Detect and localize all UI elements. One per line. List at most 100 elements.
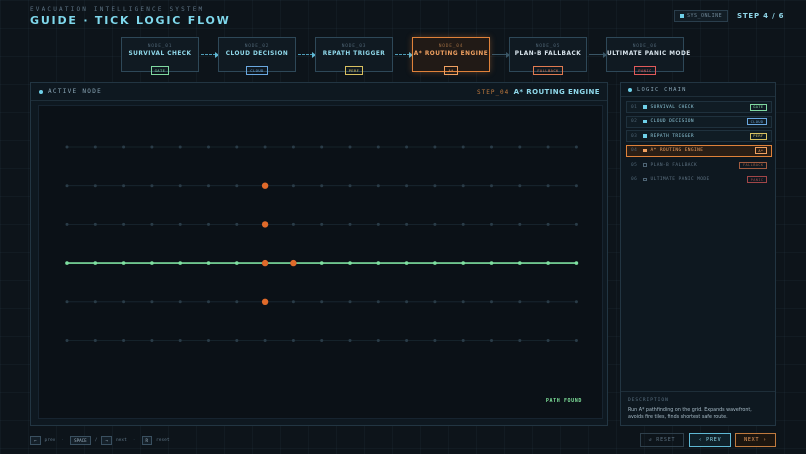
engine-name: A* ROUTING ENGINE — [513, 88, 600, 96]
reset-button[interactable]: ↺ RESET — [640, 433, 684, 447]
flow-node-1[interactable]: NODE_01 SURVIVAL CHECK GATE — [121, 37, 199, 75]
node-id: NODE_06 — [632, 44, 658, 49]
chain-item-01[interactable]: 01 SURVIVAL CHECK GATE — [626, 101, 772, 113]
flow-node-2[interactable]: NODE_02 CLOUD DECISION CLOUD — [218, 37, 296, 75]
keyboard-hints: ← prev · SPACE / → next · R reset — [30, 436, 170, 445]
grid-cell — [348, 339, 352, 342]
flow-node-6[interactable]: NODE_06 ULTIMATE PANIC MODE PANIC — [606, 37, 690, 75]
grid-cell — [376, 300, 380, 304]
grid-cell — [518, 184, 522, 188]
grid-cell — [150, 184, 154, 188]
grid-cell — [376, 145, 380, 149]
grid-cell — [376, 222, 380, 226]
node-id: NODE_01 — [147, 44, 173, 49]
description-title: DESCRIPTION — [628, 398, 669, 403]
description-box: DESCRIPTION Run A* pathfinding on the gr… — [621, 391, 775, 427]
node-id: NODE_03 — [341, 44, 367, 49]
chain-name: ULTIMATE PANIC MODE — [650, 177, 710, 182]
node-name: REPATH TRIGGER — [322, 51, 386, 57]
chain-status-icon — [643, 148, 647, 153]
path-cell — [65, 261, 69, 265]
logic-chain-panel: LOGIC CHAIN 01 SURVIVAL CHECK GATE 02 CLOUD … — [620, 82, 776, 426]
path-cell — [518, 261, 522, 265]
next-button[interactable]: NEXT › — [735, 433, 776, 447]
grid-cell — [93, 184, 97, 188]
description-text: Run A* pathfinding on the grid. Expands … — [628, 408, 752, 420]
step-indicator: STEP 4 / 6 — [737, 12, 785, 20]
flow-node-4[interactable]: NODE_04 A* ROUTING ENGINE A* — [412, 37, 490, 75]
chain-item-02[interactable]: 02 CLOUD DECISION CLOUD — [626, 115, 772, 128]
path-cell — [319, 261, 324, 265]
routing-grid: PATH FOUND — [38, 105, 603, 419]
chain-num: 01 — [631, 104, 638, 110]
grid-cell — [178, 222, 182, 226]
grid-cell — [490, 145, 493, 149]
grid-cell — [65, 145, 69, 149]
prev-button[interactable]: ‹ PREV — [689, 433, 731, 447]
active-node-panel: ACTIVE NODE STEP_04 A* ROUTING ENGINE PA… — [30, 82, 608, 426]
hint-prev: prev — [44, 438, 56, 443]
grid-cell — [178, 145, 182, 149]
flow-node-3[interactable]: NODE_03 REPATH TRIGGER PERF — [315, 37, 393, 75]
grid-cell — [150, 222, 154, 226]
logic-chain-title: LOGIC CHAIN — [637, 86, 687, 93]
path-cell — [461, 261, 466, 265]
grid-cell — [376, 184, 380, 188]
grid-cell — [263, 339, 267, 342]
chain-num: 03 — [631, 133, 638, 139]
grid-cell — [348, 184, 352, 188]
flow-arrow-icon — [492, 51, 510, 58]
grid-cell — [65, 339, 69, 342]
chain-item-06[interactable]: 06 ULTIMATE PANIC MODE PANIC — [626, 174, 772, 186]
path-cell — [433, 261, 437, 265]
flow-arrow-icon — [395, 51, 413, 58]
node-tag: CLOUD — [246, 66, 268, 75]
grid-cell — [574, 300, 578, 304]
grid-cell — [461, 339, 465, 342]
path-cell — [489, 261, 494, 265]
chain-dot-icon — [628, 87, 632, 92]
node-tag: PANIC — [634, 66, 656, 75]
chain-name: REPATH TRIGGER — [650, 133, 695, 139]
page-title: GUIDE · TICK LOGIC FLOW — [30, 14, 231, 27]
key-r: R — [141, 436, 153, 445]
grid-cell — [235, 184, 239, 188]
chain-item-05[interactable]: 05 PLAN-B FALLBACK FALLBACK — [626, 159, 772, 171]
grid-cell — [546, 300, 550, 304]
chain-item-03[interactable]: 03 REPATH TRIGGER PERF — [626, 130, 772, 142]
grid-cell — [263, 145, 267, 149]
grid-cell — [235, 222, 239, 226]
grid-cell — [93, 145, 97, 149]
chain-num: 05 — [631, 162, 638, 168]
grid-cell — [490, 222, 493, 226]
grid-cell — [291, 184, 295, 188]
grid-cell — [178, 339, 182, 342]
flow-arrow-icon — [201, 51, 219, 58]
path-cell — [348, 261, 352, 265]
fire-cell — [290, 259, 297, 267]
path-cell — [546, 261, 550, 265]
flow-node-5[interactable]: NODE_05 PLAN-B FALLBACK FALLBACK — [509, 37, 587, 75]
chain-name: CLOUD DECISION — [650, 119, 695, 124]
grid-cell — [490, 184, 493, 188]
hint-next: next — [115, 438, 127, 443]
node-name: CLOUD DECISION — [225, 51, 289, 57]
grid-cell — [122, 145, 126, 149]
node-tag: GATE — [150, 66, 170, 75]
chain-num: 02 — [631, 119, 638, 124]
chain-status-icon — [643, 177, 647, 182]
path-cell — [150, 261, 154, 265]
grid-cell — [461, 145, 465, 149]
grid-cell — [291, 339, 295, 342]
fire-cell — [261, 298, 269, 305]
grid-cell — [574, 222, 578, 226]
step-id: STEP_04 — [477, 89, 510, 96]
chain-status-icon — [643, 105, 647, 109]
chain-tag: A* — [754, 147, 767, 154]
grid-cell — [405, 145, 409, 149]
grid-cell — [320, 184, 324, 188]
grid-cell — [291, 300, 295, 304]
grid-cell — [150, 300, 154, 304]
chain-item-04[interactable]: 04 A* ROUTING ENGINE A* — [626, 144, 772, 157]
grid-cell — [433, 145, 437, 149]
